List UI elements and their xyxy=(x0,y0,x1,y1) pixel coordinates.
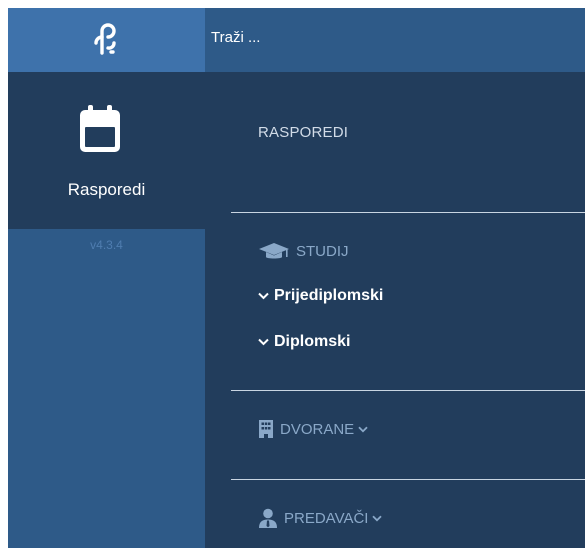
section-label: STUDIJ xyxy=(296,242,349,260)
sidebar-item-label: Rasporedi xyxy=(67,180,146,199)
section-predavaci[interactable]: PREDAVAČI xyxy=(258,508,383,528)
divider xyxy=(231,390,585,391)
building-icon xyxy=(258,419,274,439)
version-label: v4.3.4 xyxy=(90,238,123,252)
graduation-cap-icon xyxy=(258,242,290,260)
page-title: RASPOREDI xyxy=(258,124,349,141)
divider xyxy=(231,212,585,213)
app-logo-icon xyxy=(92,21,122,60)
section-studij: STUDIJ xyxy=(258,242,349,260)
menu-item-label: Prijediplomski xyxy=(274,287,384,304)
chevron-down-icon xyxy=(372,515,383,522)
menu-panel: RASPOREDI STUDIJ Prijediplomski Diplomsk… xyxy=(205,72,585,548)
chevron-down-icon xyxy=(258,338,269,346)
divider xyxy=(231,479,585,480)
top-bar xyxy=(205,8,585,72)
section-label: PREDAVAČI xyxy=(284,509,369,527)
section-label: DVORANE xyxy=(280,420,355,438)
search-input[interactable] xyxy=(209,16,583,58)
menu-item-diplomski[interactable]: Diplomski xyxy=(258,333,350,351)
section-dvorane[interactable]: DVORANE xyxy=(258,419,368,439)
calendar-icon xyxy=(79,105,121,158)
chevron-down-icon xyxy=(358,426,368,433)
logo-box[interactable] xyxy=(8,8,205,72)
sidebar: Rasporedi v4.3.4 xyxy=(8,8,205,548)
sidebar-item-rasporedi[interactable]: Rasporedi xyxy=(8,72,205,229)
menu-item-prijediplomski[interactable]: Prijediplomski xyxy=(258,287,383,305)
app-frame: Rasporedi v4.3.4 RASPOREDI STUDIJ Prij xyxy=(8,8,585,548)
menu-item-label: Diplomski xyxy=(274,333,351,350)
user-tie-icon xyxy=(258,508,278,528)
chevron-down-icon xyxy=(258,292,269,300)
